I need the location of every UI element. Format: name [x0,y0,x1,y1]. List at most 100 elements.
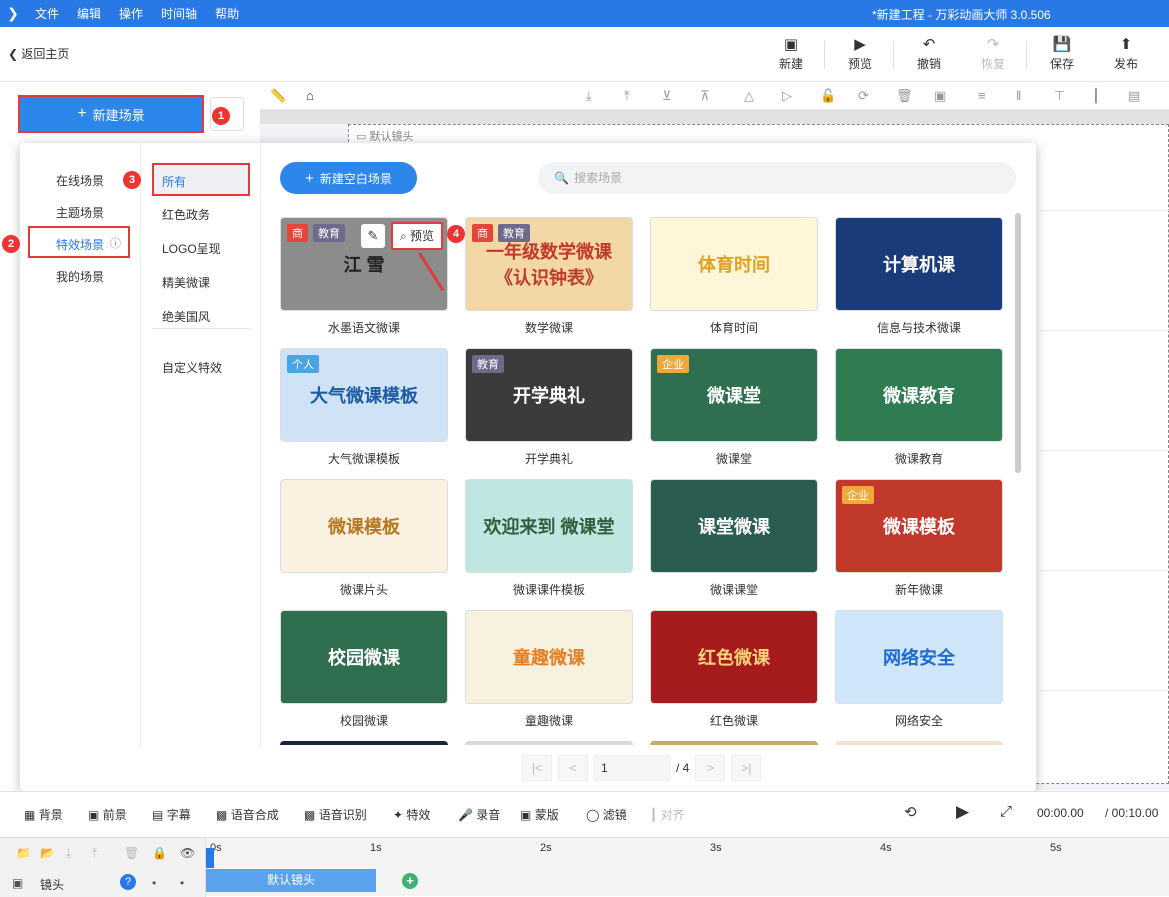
sub-all-highlight[interactable]: 所有 [152,163,250,196]
rotate-icon[interactable]: ⟳ [858,88,869,104]
scene-card[interactable]: 童趣微课 童趣微课 [465,610,633,729]
align-right-edge-icon[interactable]: ┃ [1092,88,1100,104]
scene-thumbnail[interactable]: 江 雪商教育 ✎ ⌕ 预览 [280,217,448,311]
align-top-icon[interactable]: ⤒ [624,88,630,104]
scene-thumbnail[interactable]: 课堂微课 [650,479,818,573]
publish-button[interactable]: ⬆ 发布 [1101,35,1151,72]
record-button[interactable]: 🎤 录音 [458,806,500,823]
effect-button[interactable]: ✦ 特效 [393,806,430,823]
scene-card[interactable]: 微课教育 微课教育 [835,348,1003,467]
subtitle-button[interactable]: ▤ 字幕 [152,806,191,823]
bg-button[interactable]: ▦ 背景 [24,806,63,823]
menu-help[interactable]: 帮助 [206,5,248,22]
page-input[interactable]: 1 [594,755,670,781]
scene-thumbnail[interactable]: 童趣微课 [465,610,633,704]
flip-vertical-icon[interactable]: ▷ [782,88,792,104]
move-down-icon[interactable]: ⤓ [66,846,71,861]
scene-thumbnail[interactable]: 微课模板 [280,479,448,573]
scene-thumbnail[interactable]: 红色微课 [650,610,818,704]
save-button[interactable]: 💾 保存 [1037,35,1087,72]
scene-thumbnail[interactable]: 网络安全 [835,610,1003,704]
scene-card[interactable]: 一年级数学微课 《认识钟表》商教育 数学微课 [465,217,633,336]
scene-thumbnail[interactable]: 计算机课 [835,217,1003,311]
delete-icon[interactable]: 🗑 [896,88,913,104]
scene-card[interactable]: 开学典礼 教育 开学典礼 [465,348,633,467]
fit-icon[interactable]: ▣ [934,88,946,104]
scene-card-partial[interactable] [650,741,818,745]
align-middle-icon[interactable]: ⊻ [662,88,672,104]
align-bottom-icon[interactable]: ⤓ [586,88,592,104]
first-page-button[interactable]: |< [522,755,552,781]
edit-icon[interactable]: ✎ [361,224,385,248]
align-v-center-icon[interactable]: ‖ [1016,88,1021,103]
scene-card[interactable]: 红色微课 红色微课 [650,610,818,729]
category-mine[interactable]: 我的场景 [56,268,104,285]
prev-page-button[interactable]: < [558,755,588,781]
back-home-button[interactable]: ❮ 返回主页 [8,45,69,62]
menu-edit[interactable]: 编辑 [68,5,110,22]
last-page-button[interactable]: >| [731,755,762,781]
grid-scrollbar[interactable] [1015,213,1021,473]
home-icon[interactable]: ⌂ [306,88,314,103]
sub-micro-course[interactable]: 精美微课 [162,274,210,291]
tts-button[interactable]: ▩ 语音合成 [216,806,279,823]
add-folder-icon[interactable]: 📁 [16,846,31,860]
lock-icon[interactable]: 🔓 [820,88,836,104]
asr-button[interactable]: ▩ 语音识别 [304,806,367,823]
category-online[interactable]: 在线场景 [56,172,104,189]
align-bottom-edge-icon[interactable]: ⊤ [1054,88,1065,104]
preview-button[interactable]: ▶ 预览 [835,35,885,72]
help-icon[interactable]: ⓘ [110,235,121,251]
scene-card[interactable]: 课堂微课 微课课堂 [650,479,818,598]
lock-icon[interactable]: 🔒 [152,846,167,860]
sub-logo[interactable]: LOGO呈现 [162,240,221,257]
scene-thumbnail[interactable]: 欢迎来到 微课堂 [465,479,633,573]
scene-card-partial[interactable] [280,741,448,745]
playhead[interactable] [206,848,214,868]
filter-button[interactable]: ◯ 滤镜 [586,806,627,823]
scene-card[interactable]: 微课模板 微课片头 [280,479,448,598]
new-scene-button[interactable]: + 新建场景 [18,95,204,133]
scene-card-partial[interactable] [465,741,633,745]
sub-red-gov[interactable]: 红色政务 [162,206,210,223]
fullscreen-icon[interactable]: ⤢ [1000,803,1012,820]
scene-card-partial[interactable] [835,741,1003,745]
scene-card[interactable]: 微课堂 企业 微课堂 [650,348,818,467]
menu-file[interactable]: 文件 [26,5,68,22]
undo-button[interactable]: ↶ 撤销 [904,35,954,72]
sub-custom-effect[interactable]: 自定义特效 [162,359,222,376]
scene-thumbnail[interactable]: 体育时间 [650,217,818,311]
scene-thumbnail[interactable]: 微课教育 [835,348,1003,442]
add-clip-icon[interactable]: + [402,873,418,889]
scene-card[interactable]: 体育时间 体育时间 [650,217,818,336]
scene-search-input[interactable]: 🔍 搜索场景 [538,162,1016,194]
redo-button[interactable]: ↷ 恢复 [968,35,1018,72]
new-button[interactable]: ▣ 新建 [766,35,816,72]
category-effect-highlight[interactable]: 特效场景 ⓘ [28,226,130,258]
menu-timeline[interactable]: 时间轴 [152,5,206,22]
trash-icon[interactable]: 🗑 [124,846,139,860]
rewind-icon[interactable]: ⟲ [904,803,917,821]
fg-button[interactable]: ▣ 前景 [88,806,127,823]
scene-card[interactable]: 欢迎来到 微课堂 微课课件模板 [465,479,633,598]
new-blank-scene-button[interactable]: + 新建空白场景 [280,162,417,194]
move-up-icon[interactable]: ⤒ [92,846,97,861]
grid-icon[interactable]: ▤ [1128,88,1140,104]
sub-national-style[interactable]: 绝美国风 [162,308,210,325]
scene-thumbnail[interactable]: 开学典礼 教育 [465,348,633,442]
align-h-center-icon[interactable]: ≡ [978,88,986,103]
scene-thumbnail[interactable]: 一年级数学微课 《认识钟表》商教育 [465,217,633,311]
align-button[interactable]: ┃ 对齐 [650,806,685,823]
play-icon[interactable]: ▶ [956,802,969,822]
scene-card[interactable]: 校园微课 校园微课 [280,610,448,729]
scene-card[interactable]: 大气微课模板 个人 大气微课模板 [280,348,448,467]
scene-card[interactable]: 江 雪商教育 ✎ ⌕ 预览 水墨语文微课 [280,217,448,336]
preview-button[interactable]: ⌕ 预览 [391,222,443,250]
add-layer-icon[interactable]: 📂 [40,846,55,860]
help-icon[interactable]: ? [120,874,136,890]
scene-thumbnail[interactable]: 大气微课模板 个人 [280,348,448,442]
ruler-icon[interactable]: 📏 [270,88,286,104]
mask-button[interactable]: ▣ 蒙版 [520,806,559,823]
scene-thumbnail[interactable]: 校园微课 [280,610,448,704]
scene-thumbnail[interactable]: 微课堂 企业 [650,348,818,442]
